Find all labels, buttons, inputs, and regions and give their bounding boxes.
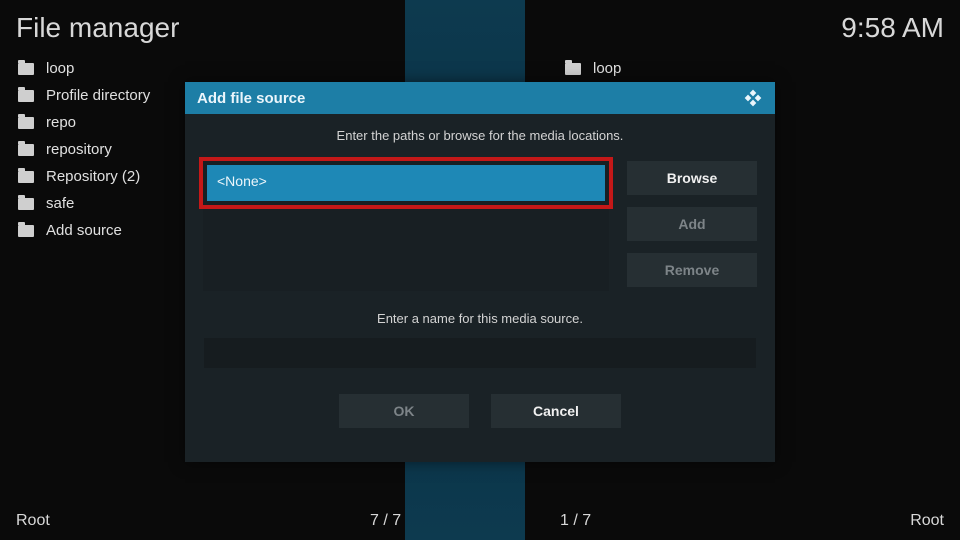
folder-icon (18, 117, 34, 129)
right-pane: loop (555, 55, 925, 82)
kodi-logo-icon (743, 88, 763, 108)
folder-icon (18, 63, 34, 75)
folder-icon (565, 63, 581, 75)
cancel-button[interactable]: Cancel (491, 394, 621, 428)
list-item-label: Profile directory (46, 87, 150, 104)
path-input[interactable]: <None> (207, 165, 605, 201)
list-item[interactable]: loop (555, 55, 925, 82)
path-list: <None> (203, 161, 609, 291)
path-instruction: Enter the paths or browse for the media … (203, 128, 757, 143)
folder-icon (18, 171, 34, 183)
ok-button[interactable]: OK (339, 394, 469, 428)
add-button[interactable]: Add (627, 207, 757, 241)
dialog-title: Add file source (197, 90, 305, 107)
name-input[interactable] (204, 338, 756, 368)
folder-icon (18, 90, 34, 102)
folder-icon (18, 225, 34, 237)
list-item-label: Repository (2) (46, 168, 140, 185)
list-item-label: loop (593, 60, 621, 77)
path-input-highlight: <None> (199, 157, 613, 209)
right-count: 1 / 7 (560, 512, 591, 530)
left-root-label: Root (0, 512, 50, 530)
name-instruction: Enter a name for this media source. (203, 311, 757, 326)
folder-icon (18, 144, 34, 156)
right-root-label: Root (910, 512, 944, 530)
clock: 9:58 AM (841, 12, 944, 44)
list-item-label: safe (46, 195, 74, 212)
list-item-label: repo (46, 114, 76, 131)
list-item-label: Add source (46, 222, 122, 239)
list-item-label: repository (46, 141, 112, 158)
folder-icon (18, 198, 34, 210)
left-count: 7 / 7 (370, 512, 401, 530)
dialog-header: Add file source (185, 82, 775, 114)
list-item-label: loop (46, 60, 74, 77)
add-file-source-dialog: Add file source Enter the paths or brows… (185, 82, 775, 462)
page-title: File manager (16, 12, 179, 44)
browse-button[interactable]: Browse (627, 161, 757, 195)
remove-button[interactable]: Remove (627, 253, 757, 287)
list-item[interactable]: loop (8, 55, 378, 82)
footer: Root 7 / 7 1 / 7 Root (0, 512, 960, 530)
